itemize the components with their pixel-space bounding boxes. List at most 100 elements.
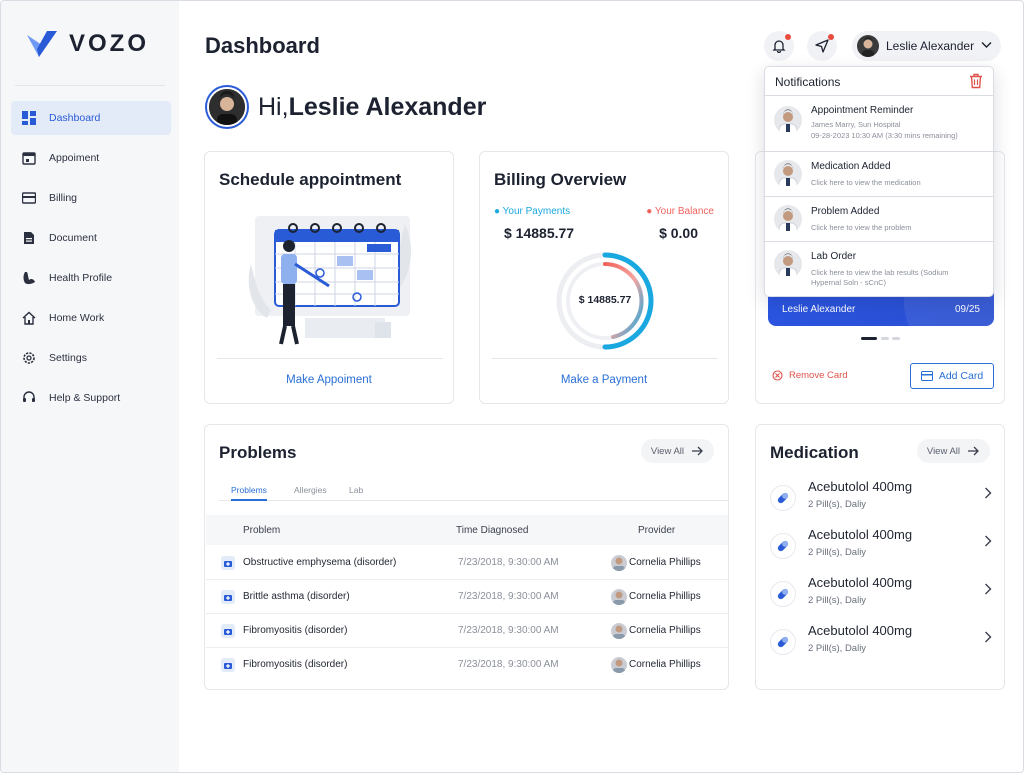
sidebar-item-help-support[interactable]: Help & Support — [11, 381, 171, 415]
pill-icon — [770, 581, 796, 607]
notification-detail: Click here to view the problem — [811, 223, 912, 232]
remove-card-button[interactable]: Remove Card — [772, 370, 848, 381]
medication-dose: 2 Pill(s), Daliy — [808, 499, 867, 510]
carousel-dot[interactable] — [892, 337, 900, 340]
table-row[interactable]: Fibromyositis (disorder) 7/23/2018, 9:30… — [206, 648, 728, 682]
list-item[interactable]: Acebutolol 400mg 2 Pill(s), Daliy — [770, 575, 992, 615]
table-row[interactable]: Fibromyositis (disorder) 7/23/2018, 9:30… — [206, 614, 728, 648]
greeting-name: Leslie Alexander — [288, 93, 487, 121]
remove-card-label: Remove Card — [789, 370, 848, 381]
calendar-illustration — [248, 216, 411, 345]
chevron-right-icon — [985, 631, 992, 643]
card-expiry: 09/25 — [954, 304, 980, 315]
payments-amount: $ 14885.77 — [504, 225, 575, 241]
sidebar-item-home-work[interactable]: Home Work — [11, 301, 171, 335]
column-header: Provider — [638, 525, 676, 536]
notification-item[interactable]: Problem Added Click here to view the pro… — [765, 196, 993, 241]
table-row[interactable]: Brittle asthma (disorder) 7/23/2018, 9:3… — [206, 580, 728, 614]
problem-name: Fibromyositis (disorder) — [243, 659, 348, 670]
avatar — [774, 160, 802, 188]
tab-problems[interactable]: Problems — [231, 485, 267, 501]
medication-dose: 2 Pill(s), Daliy — [808, 547, 867, 558]
carousel-dot-active[interactable] — [861, 337, 877, 340]
make-appointment-link[interactable]: Make Appoiment — [205, 374, 453, 386]
sidebar-item-document[interactable]: Document — [11, 221, 171, 255]
provider-name: Cornelia Phillips — [629, 591, 701, 602]
tab-allergies[interactable]: Allergies — [294, 485, 327, 495]
sidebar-item-label: Home Work — [49, 312, 105, 324]
logo[interactable]: vozo — [25, 29, 149, 59]
greeting-prefix: Hi, — [258, 93, 289, 121]
document-icon — [21, 230, 37, 246]
list-item[interactable]: Acebutolol 400mg 2 Pill(s), Daliy — [770, 479, 992, 519]
tab-lab[interactable]: Lab — [349, 485, 363, 495]
time-diagnosed: 7/23/2018, 9:30:00 AM — [458, 625, 559, 636]
legend-dot: ● — [494, 206, 501, 217]
sidebar-item-billing[interactable]: Billing — [11, 181, 171, 215]
avatar — [857, 35, 879, 57]
avatar — [774, 205, 802, 233]
time-diagnosed: 7/23/2018, 9:30:00 AM — [458, 557, 559, 568]
table-header: Problem Time Diagnosed Provider — [206, 515, 728, 545]
notifications-button[interactable] — [764, 31, 794, 61]
sidebar-item-label: Appoiment — [49, 152, 100, 164]
problems-view-all-button[interactable]: View All — [640, 439, 714, 463]
notification-title: Appointment Reminder — [811, 105, 914, 116]
sidebar-item-settings[interactable]: Settings — [11, 341, 171, 375]
user-name: Leslie Alexander — [886, 39, 975, 53]
provider-name: Cornelia Phillips — [629, 625, 701, 636]
column-header: Time Diagnosed — [456, 525, 529, 536]
notification-detail: Click here to view the lab results (Sodi… — [811, 268, 949, 277]
legend-label: Your Balance — [654, 206, 714, 217]
vozo-logo-icon — [27, 31, 57, 57]
provider-name: Cornelia Phillips — [629, 557, 701, 568]
sidebar-item-label: Settings — [49, 352, 87, 364]
add-card-button[interactable]: Add Card — [910, 363, 994, 389]
sidebar-item-health-profile[interactable]: Health Profile — [11, 261, 171, 295]
notification-item[interactable]: Lab Order Click here to view the lab res… — [765, 241, 993, 296]
trash-icon[interactable] — [969, 73, 983, 89]
notification-item[interactable]: Medication Added Click here to view the … — [765, 151, 993, 196]
problem-name: Obstructive emphysema (disorder) — [243, 557, 397, 568]
list-item[interactable]: Acebutolol 400mg 2 Pill(s), Daliy — [770, 623, 992, 663]
pill-icon — [770, 533, 796, 559]
column-header: Problem — [243, 525, 281, 536]
problems-card: Problems View All Problems Allergies Lab… — [204, 424, 729, 690]
notification-detail: 09-28-2023 10:30 AM (3:30 mins remaining… — [811, 131, 958, 140]
avatar — [611, 555, 627, 571]
legend-label: Your Payments — [502, 206, 571, 217]
sidebar-item-dashboard[interactable]: Dashboard — [11, 101, 171, 135]
notification-detail: James Marry, Sun Hospital — [811, 120, 901, 129]
card-title: Medication — [770, 443, 859, 462]
user-menu[interactable]: Leslie Alexander — [852, 31, 1001, 61]
problem-name: Fibromyositis (disorder) — [243, 625, 348, 636]
medication-name: Acebutolol 400mg — [808, 623, 913, 638]
carousel-dot[interactable] — [881, 337, 889, 340]
greeting: Hi,Leslie Alexander — [258, 93, 486, 122]
medication-dose: 2 Pill(s), Daliy — [808, 595, 867, 606]
provider-name: Cornelia Phillips — [629, 659, 701, 670]
home-icon — [21, 310, 37, 326]
medication-dose: 2 Pill(s), Daliy — [808, 643, 867, 654]
messages-button[interactable] — [807, 31, 837, 61]
avatar — [611, 623, 627, 639]
list-item[interactable]: Acebutolol 400mg 2 Pill(s), Daliy — [770, 527, 992, 567]
add-card-label: Add Card — [938, 370, 984, 382]
app-window: vozo Dashboard Appoiment Billing — [0, 0, 1024, 773]
medication-view-all-button[interactable]: View All — [916, 439, 990, 463]
message-dot — [828, 34, 834, 40]
sidebar-nav: Dashboard Appoiment Billing Document Hea… — [11, 101, 171, 421]
sidebar-item-label: Help & Support — [49, 392, 121, 404]
table-row[interactable]: Obstructive emphysema (disorder) 7/23/20… — [206, 546, 728, 580]
arrow-right-icon — [692, 446, 703, 456]
notification-title: Lab Order — [811, 251, 857, 262]
sidebar-item-appoiment[interactable]: Appoiment — [11, 141, 171, 175]
sidebar-item-label: Health Profile — [49, 272, 113, 284]
avatar — [774, 250, 802, 278]
balance-legend: ● Your Balance — [646, 206, 714, 217]
avatar — [774, 106, 802, 134]
make-payment-link[interactable]: Make a Payment — [480, 374, 728, 386]
notification-title: Problem Added — [811, 206, 880, 217]
notification-item[interactable]: Appointment Reminder James Marry, Sun Ho… — [765, 95, 993, 151]
chevron-right-icon — [985, 583, 992, 595]
